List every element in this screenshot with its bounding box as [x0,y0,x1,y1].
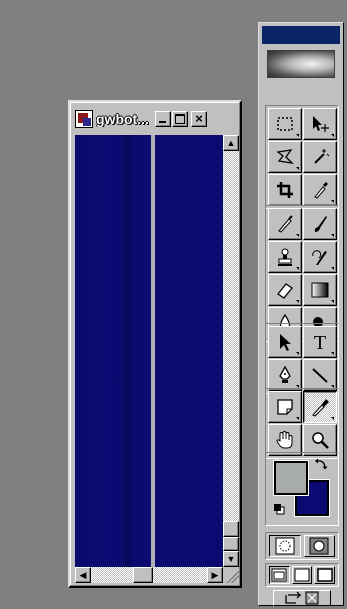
path-select-icon [280,334,291,351]
lasso-tool[interactable] [268,141,302,173]
scroll-up-button[interactable]: ▲ [223,135,239,151]
crop-tool[interactable] [268,174,302,206]
jump-to-imageready-group [265,590,339,606]
slice-tool[interactable] [303,174,337,206]
rubber-stamp-icon [278,248,292,266]
toolbox-palette: T [258,22,344,606]
move-icon [313,116,329,132]
pen-icon [279,365,291,383]
line-icon [312,368,328,383]
image-canvas[interactable] [75,135,223,567]
screen-mode-group [265,563,339,587]
horizontal-scrollbar[interactable]: ◀ ▶ [75,567,223,583]
line-tool[interactable] [303,359,337,391]
paintbrush-tool[interactable] [303,208,337,240]
vertical-scrollbar[interactable]: ▲ ▼ [223,135,239,567]
standard-mode-button[interactable] [269,535,301,557]
type-icon: T [314,332,326,353]
move-tool[interactable] [303,108,337,140]
eyedropper-small-icon [314,182,328,199]
document-title: gwbot... [96,111,149,127]
lasso-icon [276,149,294,164]
airbrush-tool[interactable] [268,208,302,240]
minimize-button[interactable] [155,111,171,127]
marquee-icon [277,117,293,131]
eyedropper-tool[interactable] [303,391,337,423]
view-tools-group [265,388,339,459]
type-tool[interactable]: T [303,326,337,358]
gradient-tool[interactable] [303,274,337,306]
notes-tool[interactable] [268,391,302,423]
full-screen-mode-button[interactable] [314,566,336,584]
default-colors-icon[interactable] [273,503,285,515]
mask-mode-group [265,532,339,560]
close-button[interactable]: × [191,111,207,127]
selection-tools-group [265,105,339,209]
horizontal-scroll-thumb[interactable] [133,567,153,583]
jump-to-imageready-button[interactable] [273,590,331,606]
eyedropper-icon [312,399,329,417]
hand-icon [276,430,293,449]
swap-colors-icon[interactable] [314,457,328,471]
marquee-tool[interactable] [268,108,302,140]
rubber-stamp-tool[interactable] [268,241,302,273]
scroll-down-button[interactable]: ▼ [223,551,239,567]
vertical-scroll-thumb-lower[interactable] [223,537,239,551]
zoom-icon [312,432,329,449]
standard-screen-icon [271,568,287,582]
quick-mask-mode-button[interactable] [303,535,335,557]
magic-wand-icon [314,149,330,164]
photoshop-logo-icon[interactable] [267,50,335,78]
scroll-left-button[interactable]: ◀ [75,567,91,583]
history-brush-icon [312,250,327,265]
toolbox-titlebar[interactable] [262,26,340,44]
resize-grip[interactable] [223,567,239,583]
pen-tool[interactable] [268,359,302,391]
path-select-tool[interactable] [268,326,302,358]
airbrush-icon [278,215,293,233]
color-swatches [265,452,339,526]
eraser-icon [277,283,293,299]
crop-icon [277,182,293,198]
full-screen-icon [316,568,333,582]
full-screen-menu-icon [294,568,310,582]
full-screen-menu-mode-button[interactable] [291,566,313,584]
document-window[interactable]: gwbot... × ▲ ▼ ◀ ▶ [68,100,242,588]
jump-to-imageready-icon [285,591,319,605]
maximize-button[interactable] [172,111,188,127]
vector-tools-group: T [265,323,339,394]
painting-tools-group [265,205,339,342]
eraser-tool[interactable] [268,274,302,306]
standard-mode-icon [275,537,295,555]
standard-screen-mode-button[interactable] [269,566,290,584]
photoshop-document-icon[interactable] [75,110,93,128]
document-titlebar[interactable]: gwbot... × [73,105,237,133]
quick-mask-icon [309,537,329,555]
foreground-color-swatch[interactable] [274,461,308,495]
paintbrush-icon [314,216,327,232]
gradient-icon [311,282,329,298]
magic-wand-tool[interactable] [303,141,337,173]
history-brush-tool[interactable] [303,241,337,273]
scroll-right-button[interactable]: ▶ [207,567,223,583]
vertical-scroll-thumb[interactable] [223,521,239,537]
notes-icon [277,399,293,415]
svg-text:T: T [314,332,326,353]
